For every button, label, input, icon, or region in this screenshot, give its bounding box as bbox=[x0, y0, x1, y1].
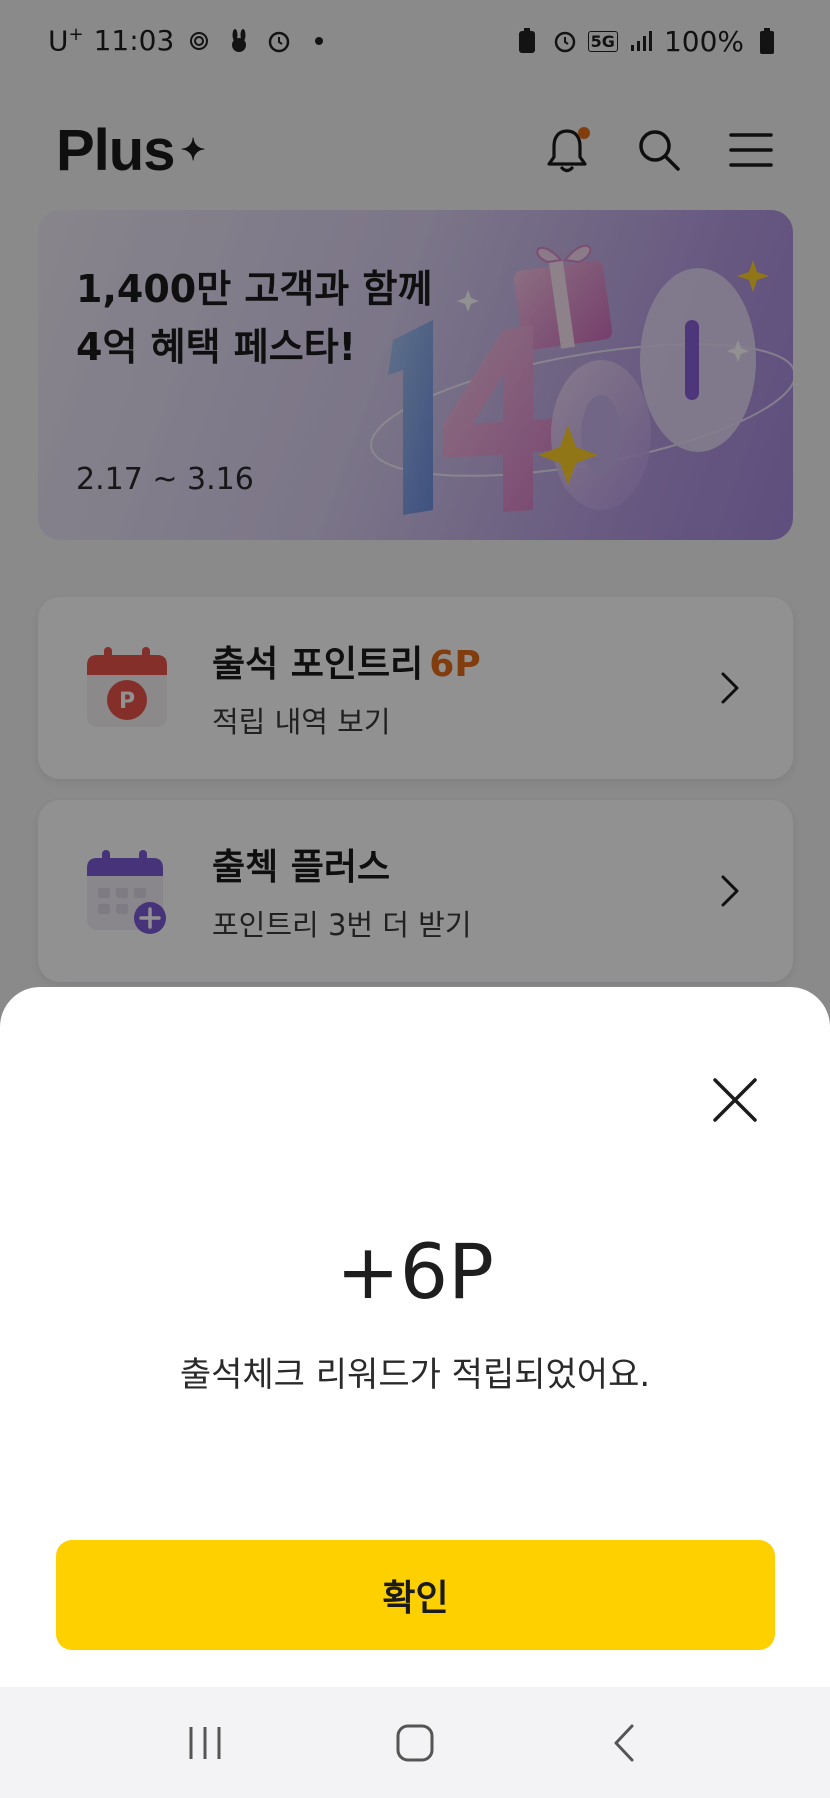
back-button[interactable] bbox=[595, 1713, 655, 1773]
system-nav-bar bbox=[0, 1687, 830, 1798]
recent-apps-icon bbox=[189, 1726, 221, 1759]
confirm-button[interactable]: 확인 bbox=[56, 1540, 775, 1650]
reward-message: 출석체크 리워드가 적립되었어요. bbox=[179, 1355, 651, 1395]
reward-bottom-sheet: +6P 출석체크 리워드가 적립되었어요. 확인 bbox=[0, 987, 830, 1687]
earned-points: +6P bbox=[336, 1227, 494, 1316]
home-button[interactable] bbox=[385, 1713, 445, 1773]
recent-apps-button[interactable] bbox=[175, 1713, 235, 1773]
close-icon bbox=[713, 1078, 757, 1122]
back-icon bbox=[614, 1724, 634, 1761]
home-icon bbox=[396, 1724, 434, 1761]
close-button[interactable] bbox=[700, 1065, 770, 1135]
